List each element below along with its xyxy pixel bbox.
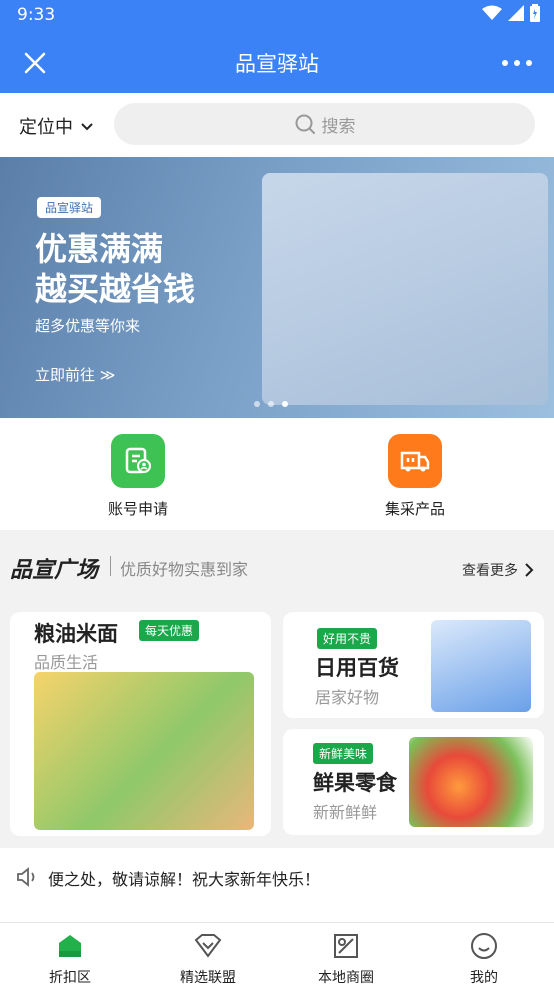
view-more-label: 查看更多	[462, 563, 518, 579]
card-subtitle: 品质生活	[34, 653, 99, 672]
map-icon	[334, 934, 358, 958]
diamond-icon	[194, 934, 222, 958]
tab-label: 精选联盟	[180, 970, 236, 984]
card-subtitle: 居家好物	[315, 688, 380, 707]
card-badge: 新鲜美味	[313, 743, 374, 764]
banner-subtitle: 超多优惠等你来	[35, 317, 141, 335]
wifi-icon	[482, 5, 502, 20]
home-icon	[59, 935, 81, 957]
daily-goods-product-image	[431, 620, 531, 712]
card-badge: 好用不贵	[317, 628, 378, 649]
banner-cta-link[interactable]: 立即前往 ≫	[35, 364, 115, 385]
pagination-dot[interactable]	[254, 401, 260, 407]
banner-headline-2: 越买越省钱	[35, 270, 196, 308]
category-card-fruit-snacks[interactable]: 新鲜美味 鲜果零食 新新鲜鲜	[283, 729, 544, 835]
category-card-grain-oil[interactable]: 粮油米面 每天优惠 品质生活	[10, 612, 271, 836]
tab-label: 本地商圈	[318, 970, 374, 984]
card-subtitle: 新新鲜鲜	[313, 803, 378, 822]
tab-me[interactable]: 我的	[434, 931, 534, 984]
status-time: 9:33	[17, 5, 56, 25]
status-icons	[482, 4, 540, 22]
signal-icon	[508, 5, 524, 21]
account-apply-label: 账号申请	[107, 500, 168, 518]
top-bar: 9:33 品宣驿站	[0, 0, 554, 93]
speaker-icon	[17, 867, 35, 887]
tab-selected-alliance[interactable]: 精选联盟	[158, 931, 258, 984]
section-divider	[110, 556, 111, 576]
chevron-down-icon	[81, 123, 93, 131]
search-input[interactable]: 搜索	[114, 103, 535, 145]
more-dot	[514, 60, 520, 66]
group-purchase-label: 集采产品	[384, 500, 445, 518]
page-title: 品宣驿站	[235, 52, 319, 76]
more-dot	[526, 60, 532, 66]
plaza-subtitle: 优质好物实惠到家	[120, 560, 249, 579]
chevron-right-icon	[525, 563, 534, 577]
card-title: 日用百货	[315, 656, 399, 680]
group-purchase-entry[interactable]: 集采产品	[345, 434, 485, 519]
category-card-daily-goods[interactable]: 好用不贵 日用百货 居家好物	[283, 612, 544, 718]
tab-label: 折扣区	[49, 970, 91, 984]
account-apply-entry[interactable]: 账号申请	[68, 434, 208, 519]
tab-label: 我的	[470, 970, 498, 984]
location-selector[interactable]: 定位中	[19, 113, 95, 139]
delivery-truck-icon	[388, 434, 442, 488]
card-title: 粮油米面	[34, 622, 118, 646]
quick-entries: 账号申请 集采产品	[0, 418, 554, 530]
smiley-icon	[471, 933, 497, 959]
view-more-link[interactable]: 查看更多	[462, 560, 536, 580]
notice-bar[interactable]: 便之处，敬请谅解！祝大家新年快乐！	[0, 848, 554, 922]
card-badge: 每天优惠	[139, 620, 200, 641]
more-dot	[502, 60, 508, 66]
bottom-tab-bar: 折扣区 精选联盟 本地商圈 我的	[0, 922, 554, 984]
promo-banner[interactable]: 品宣驿站 优惠满满 越买越省钱 超多优惠等你来 立即前往 ≫	[0, 157, 554, 418]
plaza-title: 品宣广场	[10, 558, 99, 583]
card-title: 鲜果零食	[313, 771, 397, 795]
tab-discount[interactable]: 折扣区	[20, 931, 120, 984]
fruit-snacks-product-image	[409, 737, 533, 827]
banner-pagination	[254, 401, 288, 407]
location-label: 定位中	[19, 117, 73, 138]
banner-tag: 品宣驿站	[37, 197, 102, 218]
notice-text: 便之处，敬请谅解！祝大家新年快乐！	[48, 870, 321, 889]
search-placeholder: 搜索	[321, 116, 356, 137]
title-row: 品宣驿站	[0, 34, 554, 90]
tab-local-business[interactable]: 本地商圈	[296, 931, 396, 984]
battery-icon	[530, 4, 540, 22]
more-button[interactable]	[502, 48, 532, 78]
pagination-dot-active[interactable]	[282, 401, 288, 407]
grain-oil-product-image	[34, 672, 254, 830]
search-row: 定位中 搜索	[0, 93, 554, 157]
account-apply-icon	[111, 434, 165, 488]
banner-headline-1: 优惠满满	[35, 230, 164, 268]
search-icon	[295, 114, 315, 134]
banner-product-image	[262, 173, 548, 405]
pagination-dot[interactable]	[268, 401, 274, 407]
plaza-section-header: 品宣广场 优质好物实惠到家 查看更多	[0, 540, 554, 596]
